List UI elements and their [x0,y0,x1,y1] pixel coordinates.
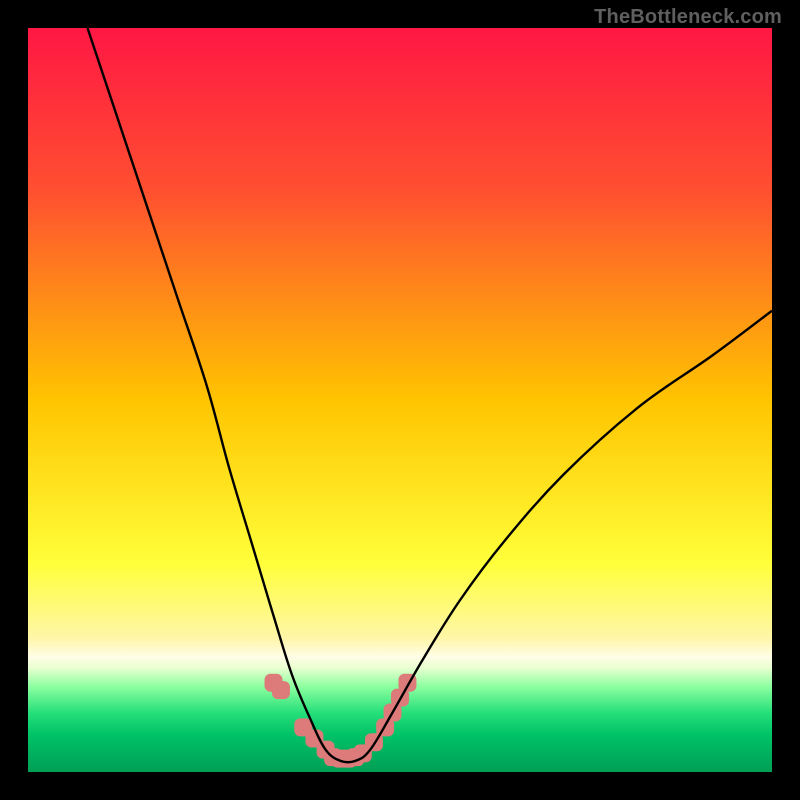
bottleneck-curve-chart [28,28,772,772]
plot-area [28,28,772,772]
outer-frame: TheBottleneck.com [0,0,800,800]
marker-point [272,681,290,699]
gradient-background [28,28,772,772]
watermark-text: TheBottleneck.com [594,6,782,29]
